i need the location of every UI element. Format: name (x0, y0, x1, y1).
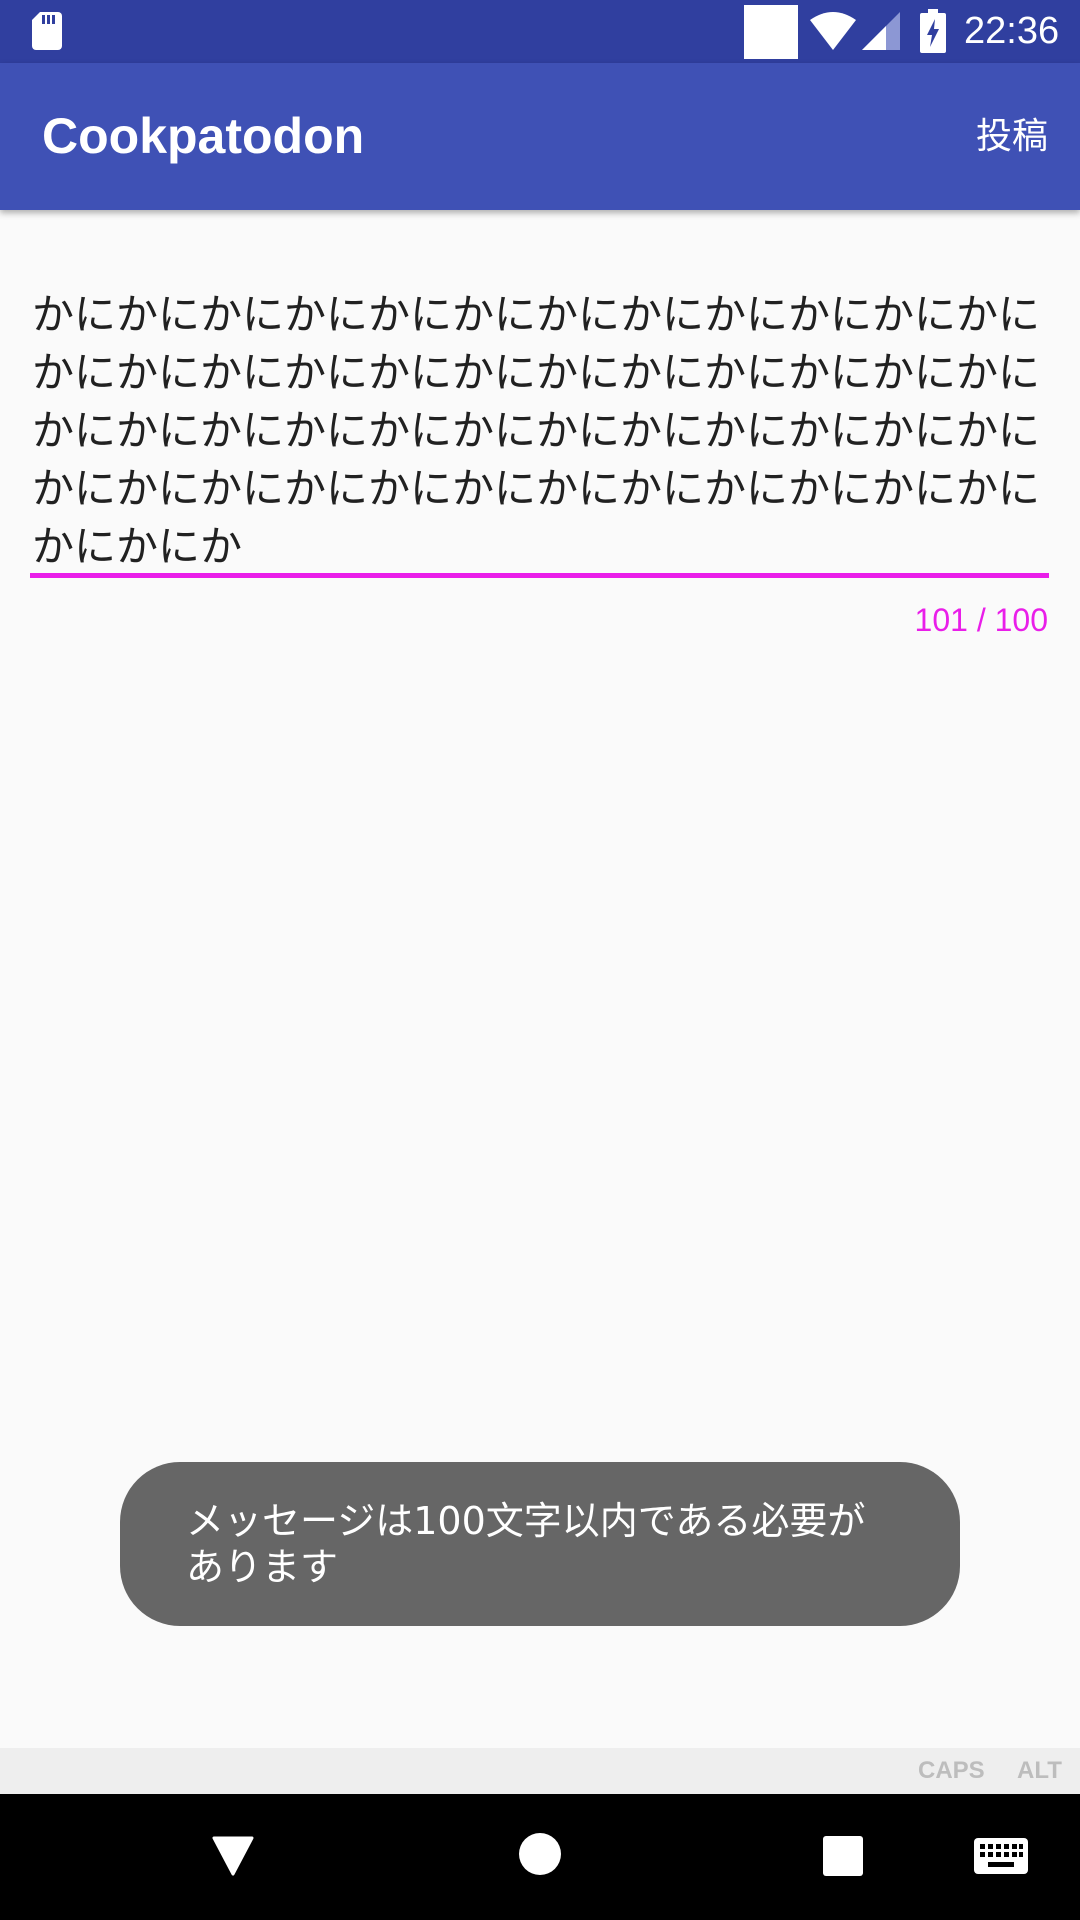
home-icon[interactable] (518, 1832, 562, 1876)
status-clock: 22:36 (964, 10, 1060, 52)
recents-icon[interactable] (823, 1836, 863, 1876)
toast-message: メッセージは100文字以内である必要があります (186, 1499, 866, 1589)
notification-square-icon (744, 5, 798, 59)
ime-status-bar: CAPS ALT (0, 1748, 1080, 1794)
navigation-bar (0, 1794, 1080, 1920)
app-bar: Cookpatodon 投稿 (0, 63, 1080, 210)
message-input-underline (30, 573, 1049, 578)
keyboard-icon[interactable] (974, 1838, 1028, 1874)
back-icon[interactable] (212, 1836, 254, 1876)
caps-indicator: CAPS (918, 1757, 985, 1784)
post-button[interactable]: 投稿 (976, 63, 1048, 210)
message-input[interactable]: かにかにかにかにかにかにかにかにかにかにかにかにかにかにかにかにかにかにかにかに… (32, 286, 1048, 576)
battery-charging-icon (920, 9, 946, 53)
alt-indicator: ALT (1017, 1757, 1062, 1784)
wifi-icon (810, 12, 856, 50)
character-counter: 101 / 100 (914, 602, 1048, 638)
sd-card-icon (32, 12, 62, 50)
status-bar: 22:36 (0, 0, 1080, 63)
signal-icon (862, 12, 900, 50)
toast: メッセージは100文字以内である必要があります (120, 1462, 960, 1626)
app-title: Cookpatodon (42, 108, 365, 164)
